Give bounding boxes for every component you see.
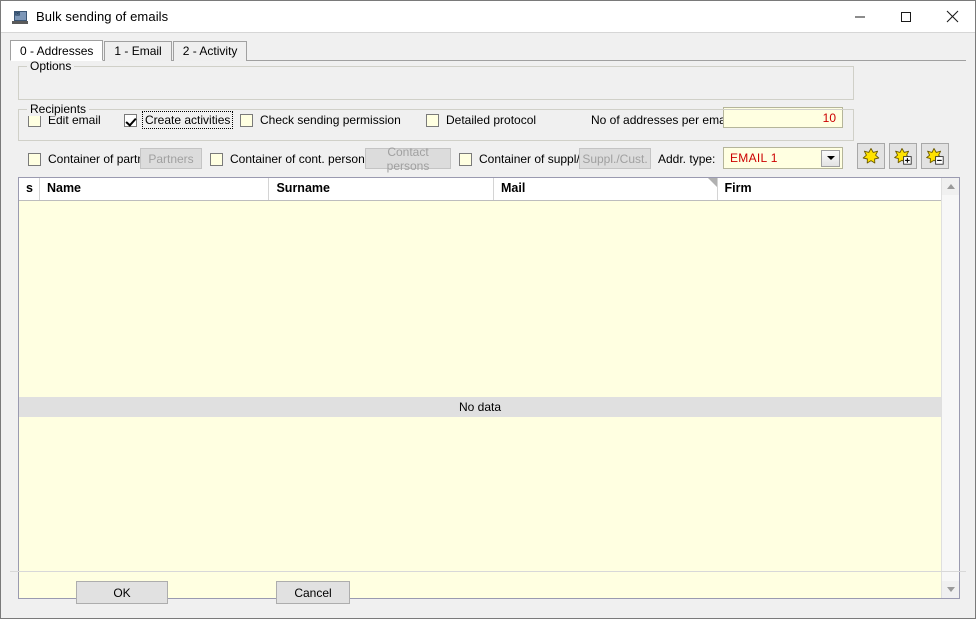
addr-type-label: Addr. type:: [658, 152, 716, 166]
minimize-button[interactable]: [837, 1, 883, 32]
chevron-up-icon: [946, 184, 955, 189]
dialog-footer: OK Cancel: [10, 571, 966, 610]
checkbox-container-of-contact-persons[interactable]: Container of cont. persons: [210, 151, 372, 167]
addresses-grid[interactable]: s Name Surname Mail Firm No data: [18, 177, 960, 599]
checkbox-label: Container of partne: [48, 152, 141, 166]
tab-addresses[interactable]: 0 - Addresses: [10, 40, 104, 61]
star-minus-icon: [926, 148, 944, 165]
suppliers-customers-button[interactable]: Suppl./Cust.: [579, 148, 651, 169]
grid-column-mail-label: Mail: [500, 181, 526, 195]
grid-column-mail[interactable]: Mail: [494, 178, 718, 200]
checkbox-box: [210, 152, 223, 166]
addr-type-value: EMAIL 1: [730, 151, 778, 165]
tab-strip: 0 - Addresses 1 - Email 2 - Activity: [10, 40, 966, 61]
recipients-group: Recipients: [18, 102, 854, 141]
star-plus-icon: [894, 148, 912, 165]
grid-header-row: s Name Surname Mail Firm: [19, 178, 941, 201]
minimize-icon: [855, 16, 865, 17]
window-title: Bulk sending of emails: [36, 9, 169, 24]
partners-button[interactable]: Partners: [140, 148, 202, 169]
ok-button[interactable]: OK: [76, 581, 168, 604]
star-plus-button[interactable]: [889, 143, 917, 169]
chevron-down-icon[interactable]: [821, 149, 840, 167]
grid-main: s Name Surname Mail Firm No data: [19, 178, 941, 598]
column-resize-icon[interactable]: [707, 178, 717, 187]
addr-type-select[interactable]: EMAIL 1: [723, 147, 843, 169]
scroll-up-button[interactable]: [942, 178, 959, 195]
grid-column-firm[interactable]: Firm: [718, 178, 942, 200]
checkbox-box: [459, 152, 472, 166]
grid-column-surname[interactable]: Surname: [269, 178, 494, 200]
maximize-button[interactable]: [883, 1, 929, 32]
close-icon: [946, 10, 958, 23]
close-button[interactable]: [929, 1, 975, 32]
checkbox-container-of-suppliers-customers[interactable]: Container of suppl/cu: [459, 151, 581, 167]
grid-body-upper[interactable]: [19, 201, 941, 397]
contact-persons-button[interactable]: Contact persons: [365, 145, 451, 173]
recipients-group-title: Recipients: [27, 102, 90, 116]
checkbox-label: Container of cont. persons: [230, 152, 371, 166]
client-area: 0 - Addresses 1 - Email 2 - Activity Opt…: [1, 33, 975, 618]
scrollbar-track[interactable]: [942, 195, 959, 581]
dialog-window: ✉ Bulk sending of emails 0 - Addresses 1…: [0, 0, 976, 619]
checkbox-box: [28, 152, 41, 166]
grid-column-s[interactable]: s: [19, 178, 40, 200]
options-group-title: Options: [27, 59, 75, 73]
window-controls: [837, 1, 975, 32]
tab-email[interactable]: 1 - Email: [104, 41, 172, 61]
star-minus-button[interactable]: [921, 143, 949, 169]
checkbox-container-of-partners[interactable]: Container of partne: [28, 151, 141, 167]
tab-activity[interactable]: 2 - Activity: [172, 41, 248, 61]
grid-vertical-scrollbar[interactable]: [941, 178, 959, 598]
cancel-button[interactable]: Cancel: [276, 581, 350, 604]
options-group: Options: [18, 59, 854, 100]
app-email-icon: ✉: [12, 9, 28, 25]
star-icon: [862, 148, 880, 164]
maximize-icon: [901, 11, 911, 22]
grid-empty-message: No data: [19, 397, 941, 417]
star-button[interactable]: [857, 143, 885, 169]
checkbox-label: Container of suppl/cu: [479, 152, 581, 166]
title-bar: ✉ Bulk sending of emails: [1, 1, 975, 33]
grid-column-name[interactable]: Name: [40, 178, 270, 200]
